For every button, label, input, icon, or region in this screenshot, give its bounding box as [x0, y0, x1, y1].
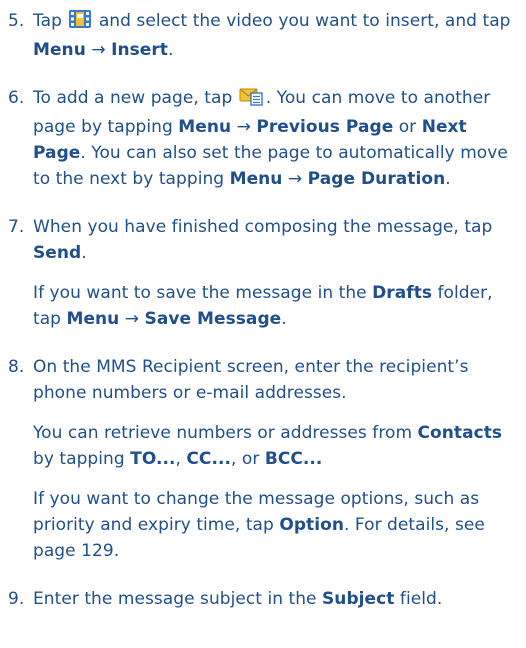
text-run: and select the video you want to insert,…	[93, 11, 511, 31]
bcc-label: BCC...	[264, 449, 323, 469]
text-run: by tapping	[33, 449, 131, 469]
page-duration-label: Page Duration	[307, 169, 446, 189]
previous-page-label: Previous Page	[256, 117, 394, 137]
arrow-icon: →	[231, 117, 257, 137]
text-run: , or	[230, 449, 265, 469]
menu-label: Menu	[178, 117, 232, 137]
step-9: 9. Enter the message subject in the Subj…	[8, 586, 516, 612]
manual-page: 5. Tap and select the video you want to …	[0, 0, 526, 648]
to-label: TO...	[130, 449, 176, 469]
step-number: 6.	[8, 88, 25, 108]
instruction-steps: 5. Tap and select the video you want to …	[8, 8, 516, 612]
menu-label: Menu	[66, 309, 120, 329]
option-label: Option	[279, 515, 344, 535]
menu-label: Menu	[33, 40, 86, 60]
step-8: 8. On the MMS Recipient screen, enter th…	[8, 354, 516, 564]
send-label: Send	[33, 243, 82, 263]
new-page-icon	[239, 86, 265, 114]
step-6-text: To add a new page, tap . You can move to…	[33, 85, 516, 192]
cc-label: CC...	[186, 449, 231, 469]
step-7: 7. When you have finished composing the …	[8, 214, 516, 332]
text-run: When you have finished composing the mes…	[33, 217, 493, 237]
drafts-label: Drafts	[372, 283, 433, 303]
step-6: 6. To add a new page, tap . You can move…	[8, 85, 516, 192]
text-run: Enter the message subject in the	[33, 589, 323, 609]
insert-label: Insert	[111, 40, 168, 60]
text-run: or	[393, 117, 422, 137]
step-number: 5.	[8, 11, 25, 31]
text-run: ,	[175, 449, 187, 469]
step-number: 7.	[8, 217, 25, 237]
arrow-icon: →	[85, 40, 112, 60]
text-run: .	[167, 40, 174, 60]
step-8-text: On the MMS Recipient screen, enter the r…	[33, 357, 469, 403]
subject-label: Subject	[322, 589, 395, 609]
menu-label: Menu	[229, 169, 283, 189]
save-message-label: Save Message	[144, 309, 282, 329]
text-run: field.	[394, 589, 443, 609]
text-run: .	[445, 169, 451, 189]
arrow-icon: →	[119, 309, 145, 329]
video-clip-icon	[68, 9, 92, 37]
contacts-label: Contacts	[417, 423, 503, 443]
text-run: To add a new page, tap	[33, 88, 238, 108]
step-7-text: When you have finished composing the mes…	[33, 214, 516, 266]
text-run: .	[281, 309, 287, 329]
arrow-icon: →	[282, 169, 308, 189]
step-5-text: Tap and select the video you want to ins…	[33, 8, 516, 63]
step-5: 5. Tap and select the video you want to …	[8, 8, 516, 63]
step-number: 9.	[8, 589, 25, 609]
text-run: You can retrieve numbers or addresses fr…	[33, 423, 418, 443]
step-number: 8.	[8, 357, 25, 377]
step-9-text: Enter the message subject in the Subject…	[33, 586, 516, 612]
text-run: If you want to save the message in the	[33, 283, 373, 303]
text-run: Tap	[33, 11, 68, 31]
step-8-options-note: If you want to change the message option…	[33, 486, 516, 564]
step-7-note: If you want to save the message in the D…	[33, 280, 516, 332]
text-run: .	[81, 243, 87, 263]
step-8-contacts-note: You can retrieve numbers or addresses fr…	[33, 420, 516, 472]
